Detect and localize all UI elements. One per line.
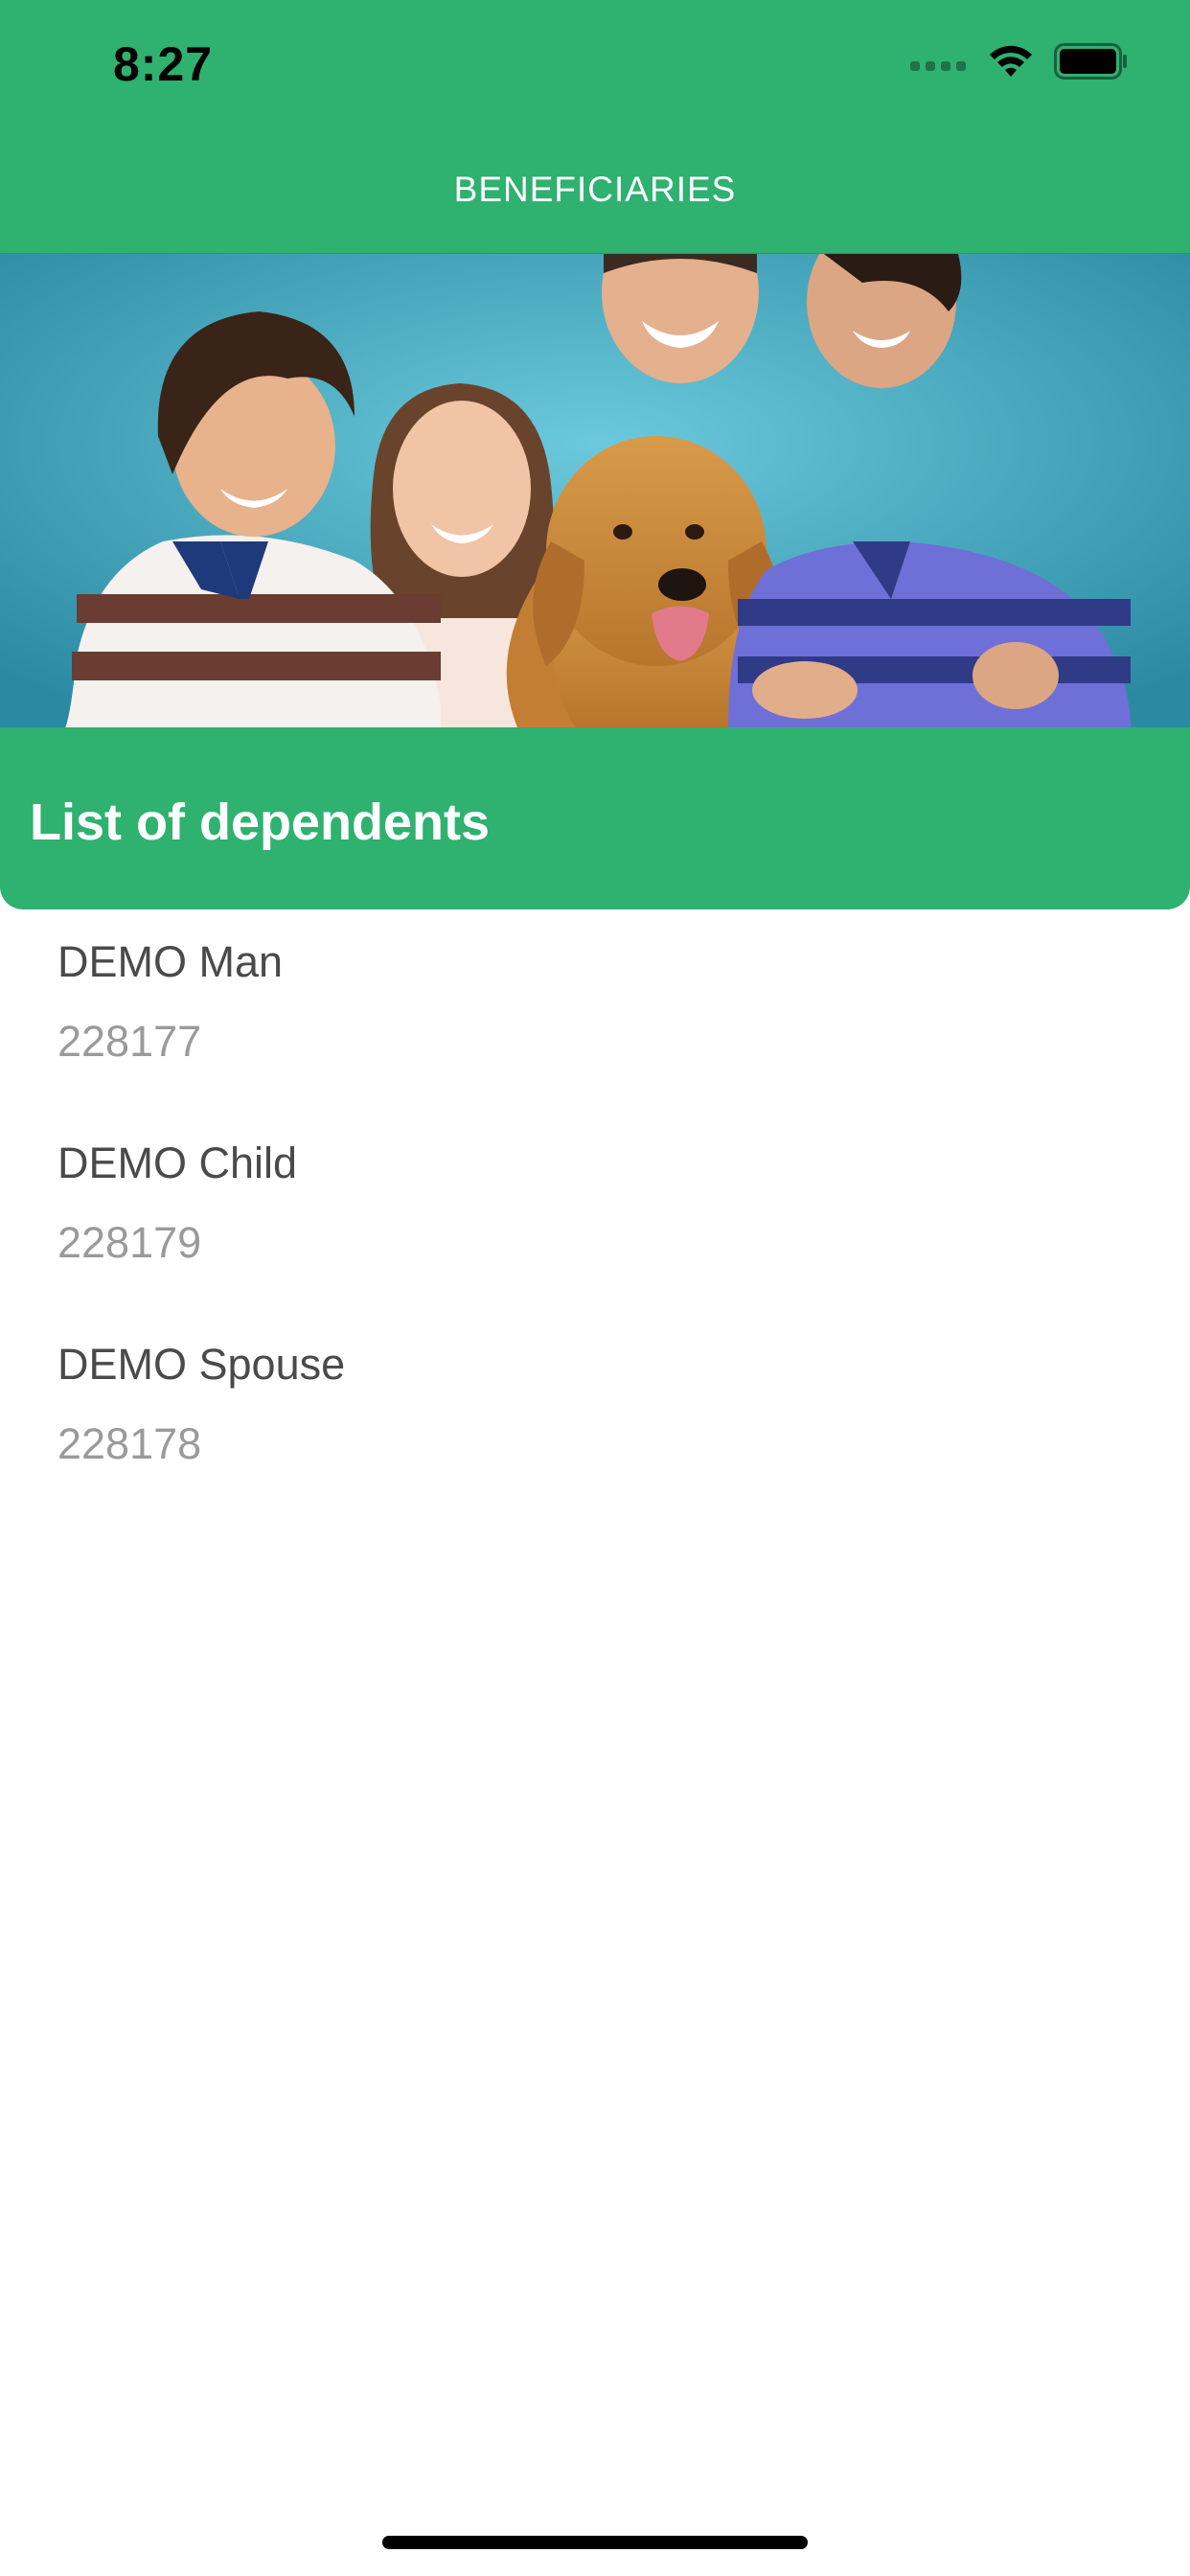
page-title: BENEFICIARIES (453, 170, 737, 209)
dependents-list: DEMO Man 228177 DEMO Child 228179 DEMO S… (0, 925, 1190, 1529)
beneficiaries-screen: 8:27 BENEFICIARIES List of dependents DE… (0, 0, 1190, 2576)
dependent-name: DEMO Spouse (57, 1340, 346, 1389)
dependent-id: 228178 (57, 1419, 202, 1468)
list-item[interactable]: DEMO Child 228179 (0, 1126, 1190, 1327)
list-item[interactable]: DEMO Spouse 228178 (0, 1327, 1190, 1529)
top-bar: 8:27 BENEFICIARIES (0, 0, 1190, 254)
dependent-name: DEMO Child (57, 1138, 298, 1187)
dependent-id: 228177 (57, 1017, 202, 1066)
status-time: 8:27 (113, 37, 214, 91)
status-icons (910, 42, 1129, 80)
family-with-dog-photo (0, 254, 1190, 727)
list-header: List of dependents (0, 727, 1190, 909)
list-title: List of dependents (30, 794, 491, 851)
battery-icon (1054, 43, 1127, 80)
cellular-signal-icon (910, 61, 966, 71)
list-item[interactable]: DEMO Man 228177 (0, 925, 1190, 1126)
home-indicator[interactable] (382, 2536, 808, 2549)
dependent-id: 228179 (57, 1218, 202, 1267)
wifi-icon (990, 45, 1032, 77)
dependent-name: DEMO Man (57, 937, 284, 986)
